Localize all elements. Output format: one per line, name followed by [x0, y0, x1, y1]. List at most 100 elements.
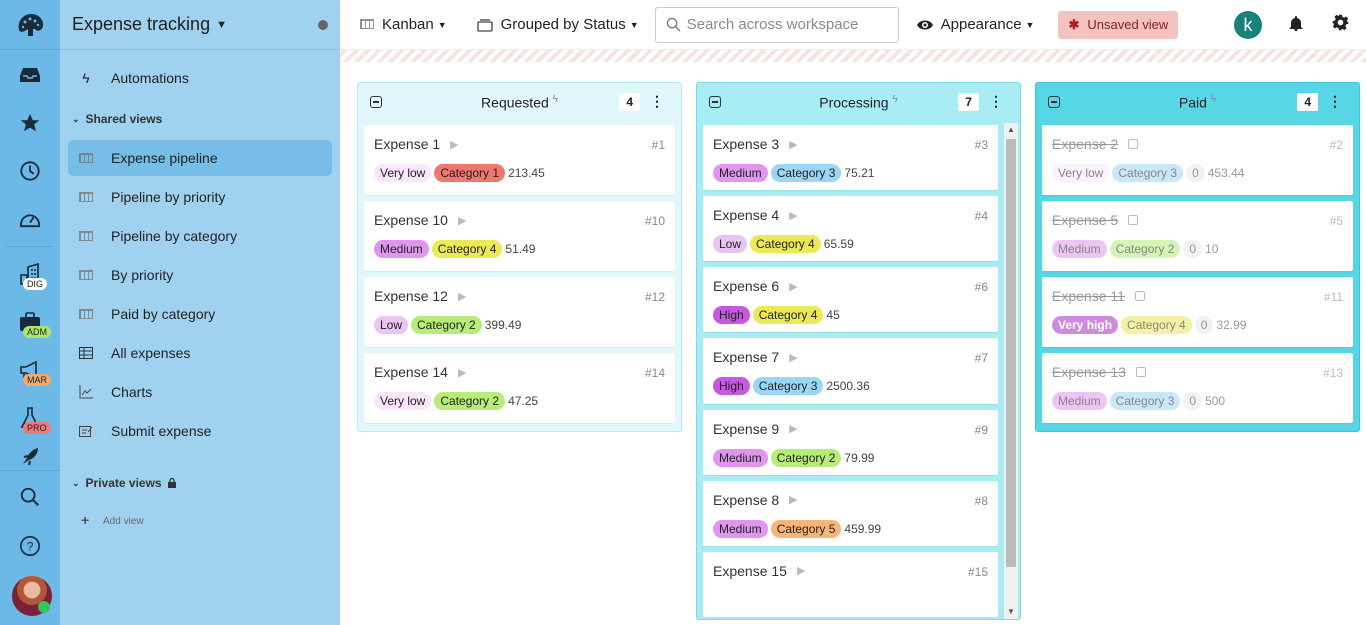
search-input[interactable]: [686, 16, 887, 33]
column-processing: Processing ϟ 7 ⋮ Expense 3 ▶ #3 Medium Categ…: [696, 82, 1021, 620]
expense-card[interactable]: Expense 14 ▶ #14 Very low Category 2 47.25: [364, 353, 675, 423]
kebab-menu-icon[interactable]: ⋮: [1328, 93, 1342, 110]
kanban-icon: [78, 151, 94, 165]
workspace-header[interactable]: Expense tracking ▼: [60, 0, 340, 50]
play-icon[interactable]: ▶: [450, 138, 458, 151]
play-icon[interactable]: ▶: [458, 214, 466, 227]
card-id: #5: [1329, 214, 1343, 228]
category-tag: Category 1: [434, 164, 506, 182]
workspace-dig[interactable]: DIG: [0, 254, 60, 294]
sidebar-item-charts[interactable]: Charts: [68, 374, 332, 410]
appearance-label: Appearance: [940, 16, 1022, 33]
sidebar-item-automations[interactable]: ϟ Automations: [68, 60, 332, 96]
private-views-section[interactable]: ⌄ Private views: [72, 476, 176, 490]
category-tag: Category 2: [411, 316, 482, 334]
expense-card[interactable]: Expense 4 ▶ #4 Low Category 4 65.59: [703, 196, 998, 262]
card-tags: Medium Category 2 79.99: [713, 448, 988, 467]
play-icon[interactable]: ▶: [789, 280, 797, 293]
expense-card[interactable]: Expense 13 #13 Medium Category 3 0 500: [1042, 353, 1353, 423]
category-tag: Category 3: [1109, 392, 1181, 410]
globe-icon[interactable]: [318, 19, 328, 30]
expense-card[interactable]: Expense 1 ▶ #1 Very low Category 1 213.45: [364, 125, 675, 195]
sidebar-item-pipeline-by-priority[interactable]: Pipeline by priority: [68, 179, 332, 215]
expense-card[interactable]: Expense 2 #2 Very low Category 3 0 453.44: [1042, 125, 1353, 195]
expense-card[interactable]: Expense 3 ▶ #3 Medium Category 3 75.21: [703, 125, 998, 191]
star-icon[interactable]: [0, 103, 60, 143]
play-icon[interactable]: ▶: [789, 351, 797, 364]
collapse-icon[interactable]: [709, 96, 721, 108]
gear-icon[interactable]: [1332, 14, 1349, 36]
amount: 47.25: [508, 394, 539, 408]
expense-card[interactable]: Expense 11 #11 Very high Category 4 0 32.99: [1042, 277, 1353, 347]
kebab-menu-icon[interactable]: ⋮: [650, 93, 664, 110]
dashboard-icon[interactable]: [0, 199, 60, 239]
category-tag: Category 2: [434, 392, 506, 410]
amount: 459.99: [844, 521, 882, 536]
workspace-pro[interactable]: PRO: [0, 398, 60, 438]
search-box[interactable]: [654, 6, 899, 43]
amount: 51.49: [505, 242, 536, 256]
workspace-rocket[interactable]: [0, 446, 60, 470]
column-header: Requested ϟ 4 ⋮: [358, 83, 681, 121]
sidebar-item-paid-by-category[interactable]: Paid by category: [68, 296, 332, 332]
sidebar-item-submit-expense[interactable]: Submit expense: [68, 413, 332, 449]
sidebar-item-label: Pipeline by category: [111, 228, 238, 244]
play-icon[interactable]: ▶: [789, 209, 797, 222]
scroll-up-arrow[interactable]: ▲: [1004, 123, 1018, 137]
play-icon[interactable]: ▶: [789, 138, 797, 151]
expense-card[interactable]: Expense 10 ▶ #10 Medium Category 4 51.49: [364, 201, 675, 271]
sidebar-item-all-expenses[interactable]: All expenses: [68, 335, 332, 371]
amount: 10: [1205, 242, 1219, 256]
kanban-icon: [78, 307, 94, 321]
workspace-mar[interactable]: MAR: [0, 350, 60, 390]
scrollbar-thumb[interactable]: [1006, 139, 1016, 567]
sidebar-item-pipeline-by-category[interactable]: Pipeline by category: [68, 218, 332, 254]
card-title: Expense 8 ▶: [713, 491, 798, 508]
expense-card[interactable]: Expense 15 ▶ #15: [703, 551, 998, 617]
kebab-menu-icon[interactable]: ⋮: [989, 93, 1003, 110]
logo[interactable]: [0, 0, 60, 50]
play-icon[interactable]: ▶: [458, 366, 466, 379]
caret-down-icon: ▼: [216, 18, 227, 31]
search-icon[interactable]: [0, 477, 60, 517]
checkbox-icon: [1128, 215, 1139, 225]
history-icon[interactable]: [0, 151, 60, 191]
play-icon[interactable]: ▶: [789, 422, 797, 435]
shared-views-section[interactable]: ⌄ Shared views: [72, 112, 162, 126]
play-icon[interactable]: ▶: [458, 290, 466, 303]
expense-card[interactable]: Expense 9 ▶ #9 Medium Category 2 79.99: [703, 409, 998, 475]
category-tag: Category 3: [1112, 164, 1184, 182]
column-scrollbar[interactable]: ▲ ▼: [1004, 123, 1018, 619]
account-avatar[interactable]: k: [1234, 11, 1262, 39]
expense-card[interactable]: Expense 5 #5 Medium Category 2 0 10: [1042, 201, 1353, 271]
card-id: #11: [1323, 290, 1343, 304]
category-tag: Category 4: [431, 240, 503, 258]
expense-card[interactable]: Expense 6 ▶ #6 High Category 4 45: [703, 267, 998, 333]
play-icon[interactable]: ▶: [789, 493, 797, 506]
inbox-icon[interactable]: [0, 55, 60, 95]
card-title: Expense 9 ▶: [713, 420, 798, 437]
help-icon[interactable]: ?: [0, 526, 60, 566]
sidebar-item-expense-pipeline[interactable]: Expense pipeline: [68, 140, 332, 176]
grouping-dropdown[interactable]: Grouped by Status ▼: [476, 16, 639, 33]
card-title: Expense 1 ▶: [374, 136, 459, 152]
expense-card[interactable]: Expense 12 ▶ #12 Low Category 2 399.49: [364, 277, 675, 347]
appearance-dropdown[interactable]: Appearance ▼: [916, 16, 1034, 33]
expense-card[interactable]: Expense 7 ▶ #7 High Category 3 2500.36: [703, 338, 998, 404]
expense-card[interactable]: Expense 8 ▶ #8 Medium Category 5 459.99: [703, 480, 998, 546]
collapse-icon[interactable]: [1048, 96, 1060, 108]
play-icon[interactable]: ▶: [797, 564, 805, 577]
category-tag: Category 5: [770, 519, 842, 538]
card-list: Expense 1 ▶ #1 Very low Category 1 213.45 Expe…: [358, 121, 681, 423]
unsaved-view-badge[interactable]: ✱ Unsaved view: [1058, 10, 1179, 39]
collapse-icon[interactable]: [370, 96, 382, 108]
view-type-dropdown[interactable]: Kanban ▼: [360, 16, 447, 33]
sidebar-item-by-priority[interactable]: By priority: [68, 257, 332, 293]
bell-icon[interactable]: [1288, 15, 1304, 36]
add-view-button[interactable]: Add view: [103, 516, 144, 527]
workspace-adm[interactable]: ADM: [0, 302, 60, 342]
card-title: Expense 10 ▶: [374, 212, 467, 228]
amount: 213.45: [508, 166, 545, 180]
kanban-icon: [360, 16, 374, 33]
scroll-down-arrow[interactable]: ▼: [1004, 605, 1018, 619]
